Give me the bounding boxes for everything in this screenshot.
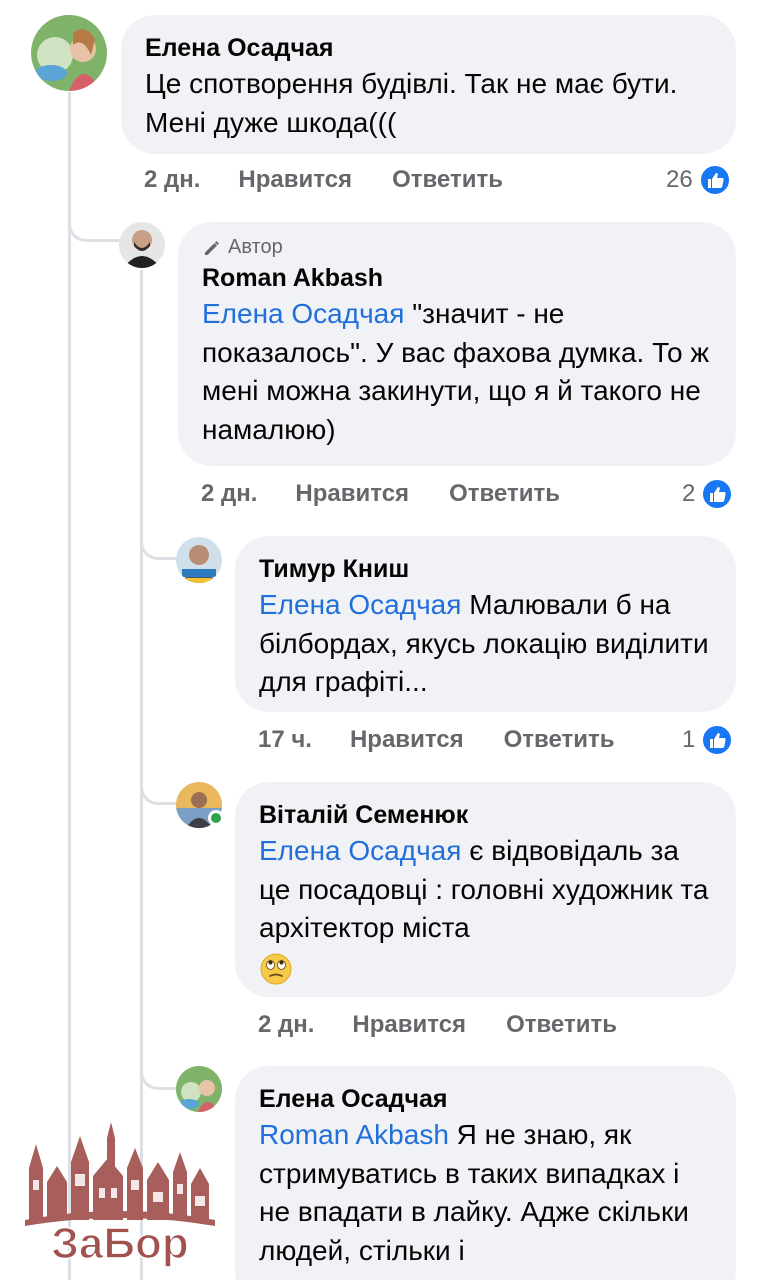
watermark-logo: ЗаБор	[25, 1122, 215, 1268]
like-icon	[698, 164, 731, 196]
reply-button[interactable]: Ответить	[506, 1011, 617, 1039]
mention-link[interactable]: Roman Akbash	[259, 1119, 449, 1150]
author-badge: Автор	[202, 236, 714, 259]
thread-line-main	[68, 92, 71, 1280]
comment-actions: 17 ч. Нравится Ответить	[258, 726, 615, 754]
timestamp[interactable]: 17 ч.	[258, 726, 312, 754]
comment-text: Roman Akbash Я не знаю, як стримуватись …	[259, 1116, 714, 1270]
mention-link[interactable]: Елена Осадчая	[259, 835, 461, 866]
reaction-summary[interactable]: 26	[666, 164, 731, 196]
avatar[interactable]	[176, 537, 222, 583]
thread-elbow	[140, 755, 178, 805]
like-button[interactable]: Нравится	[350, 726, 464, 754]
timestamp[interactable]: 2 дн.	[258, 1011, 314, 1039]
comment-bubble: Віталій Семенюк Елена Осадчая є відвовід…	[235, 782, 736, 997]
reply-button[interactable]: Ответить	[504, 726, 615, 754]
thread-elbow	[140, 1040, 178, 1090]
avatar[interactable]	[31, 15, 107, 91]
author-badge-label: Автор	[228, 236, 283, 258]
comment-bubble: Автор Roman Akbash Елена Осадчая "значит…	[178, 222, 736, 466]
mention-link[interactable]: Елена Осадчая	[202, 298, 404, 329]
comment-text: Елена Осадчая є відвовідаль за це посадо…	[259, 832, 714, 986]
online-status-icon	[208, 810, 224, 826]
reaction-count: 1	[682, 726, 696, 753]
timestamp[interactable]: 2 дн.	[144, 166, 200, 194]
commenter-name[interactable]: Тимур Книш	[259, 552, 714, 586]
commenter-name[interactable]: Roman Akbash	[202, 261, 714, 295]
watermark-text: ЗаБор	[51, 1219, 188, 1268]
comment-text: Це спотворення будівлі. Так не має бути.…	[145, 68, 678, 138]
pencil-icon	[205, 240, 219, 255]
comment-bubble: Елена Осадчая Roman Akbash Я не знаю, як…	[235, 1066, 736, 1280]
comment-text: Елена Осадчая "значит - не показалось". …	[202, 295, 714, 449]
commenter-name[interactable]: Елена Осадчая	[259, 1082, 714, 1116]
reaction-count: 2	[682, 480, 696, 507]
reaction-count: 26	[666, 166, 693, 193]
comment-actions: 2 дн. Нравится Ответить	[144, 166, 503, 194]
avatar[interactable]	[119, 222, 165, 268]
comment-actions: 2 дн. Нравится Ответить	[258, 1011, 617, 1039]
like-button[interactable]: Нравится	[352, 1011, 466, 1039]
timestamp[interactable]: 2 дн.	[201, 480, 257, 508]
mention-link[interactable]: Елена Осадчая	[259, 589, 461, 620]
comment-actions: 2 дн. Нравится Ответить	[201, 480, 560, 508]
like-icon	[701, 478, 734, 510]
reaction-summary[interactable]: 2	[682, 478, 734, 510]
commenter-name[interactable]: Віталій Семенюк	[259, 798, 714, 832]
like-icon	[701, 724, 734, 756]
reply-button[interactable]: Ответить	[392, 166, 503, 194]
comment-bubble: Елена Осадчая Це спотворення будівлі. Та…	[121, 15, 736, 154]
commenter-name[interactable]: Елена Осадчая	[145, 31, 714, 65]
avatar[interactable]	[176, 1066, 222, 1112]
like-button[interactable]: Нравится	[238, 166, 352, 194]
reaction-summary[interactable]: 1	[682, 724, 734, 756]
thread-elbow	[140, 510, 178, 560]
like-button[interactable]: Нравится	[295, 480, 409, 508]
comment-bubble: Тимур Книш Елена Осадчая Малювали б на б…	[235, 536, 736, 712]
reply-button[interactable]: Ответить	[449, 480, 560, 508]
rolling-eyes-emoji-icon	[260, 953, 292, 985]
comment-text: Елена Осадчая Малювали б на білбордах, я…	[259, 586, 714, 702]
thread-elbow	[68, 190, 120, 242]
